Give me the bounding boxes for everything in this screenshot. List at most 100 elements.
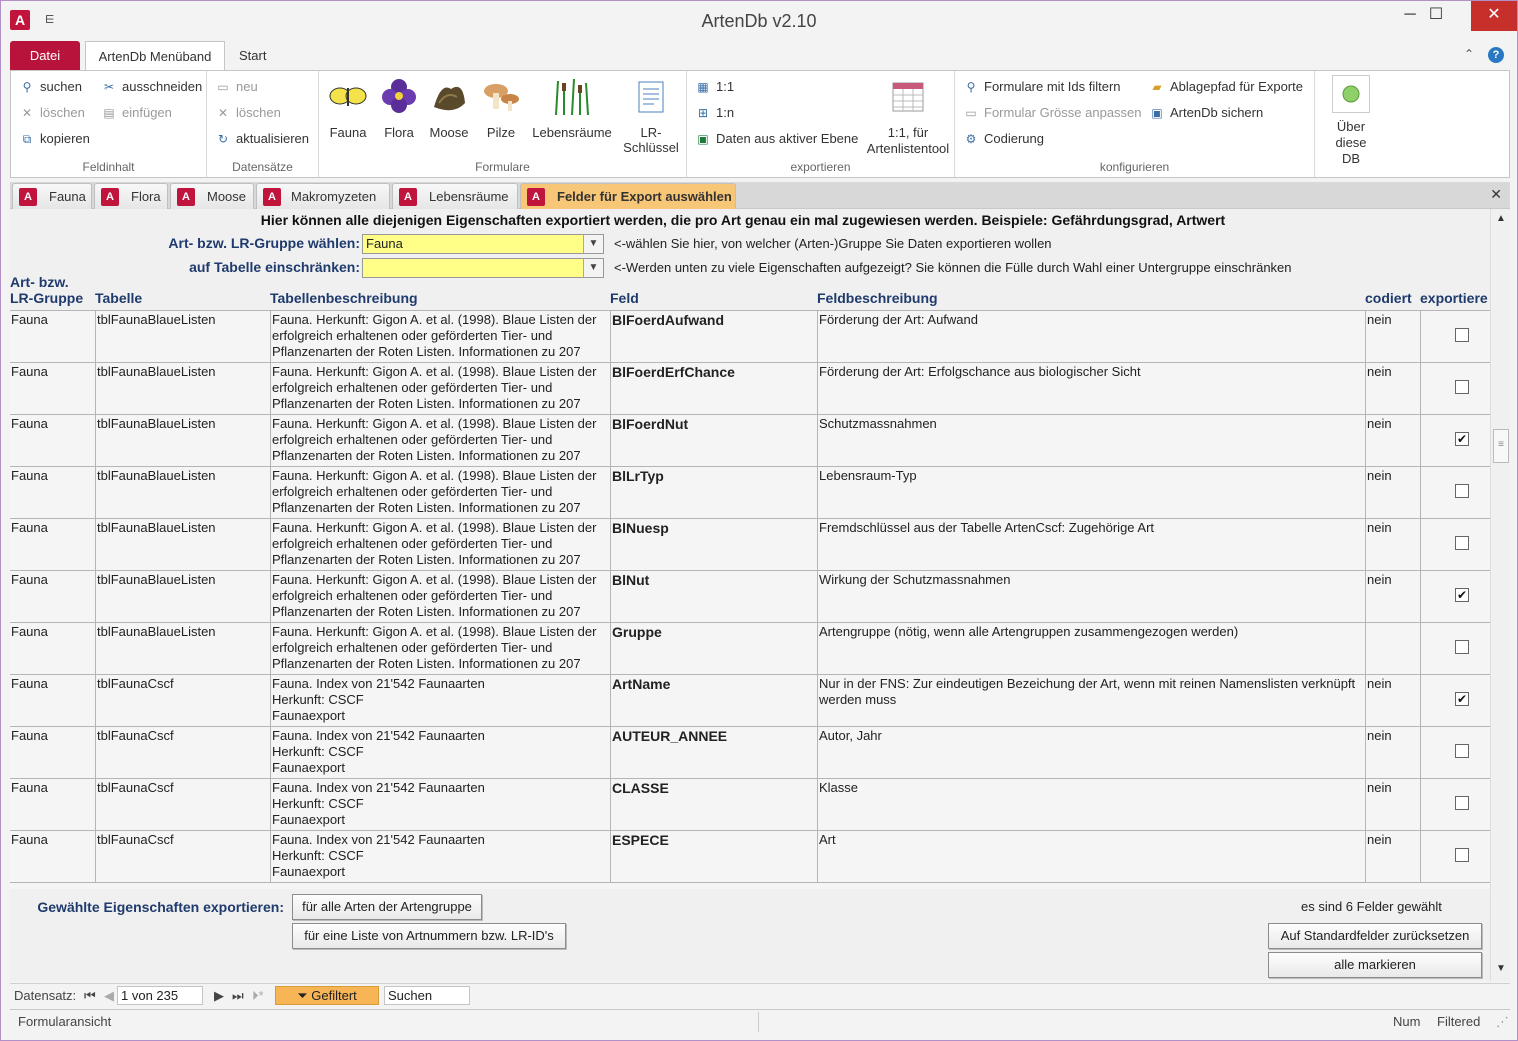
einfuegen-button[interactable]: ▤ einfügen	[101, 105, 172, 120]
cell-text: Klasse	[819, 780, 859, 795]
cell-text: Fauna. Herkunft: Gigon A. et al. (1998).…	[272, 312, 597, 359]
col-header-gruppe: Art- bzw. LR-Gruppe	[10, 274, 84, 306]
cell-tabbeschr: Fauna. Herkunft: Gigon A. et al. (1998).…	[270, 311, 610, 363]
filter-toggle-button[interactable]: ⏷ Gefiltert	[275, 986, 379, 1005]
close-document-icon[interactable]: ✕	[1490, 186, 1502, 203]
cell-text[interactable]: BlNuesp	[612, 520, 669, 536]
export-1-1-button[interactable]: ▦ 1:1	[695, 79, 734, 94]
doc-tab-makromyzeten[interactable]: A Makromyzeten	[256, 183, 390, 209]
export-checkbox[interactable]	[1455, 484, 1469, 498]
tab-start[interactable]: Start	[227, 41, 278, 71]
form-vertical-scrollbar[interactable]: ▲ ≡ ▼	[1490, 209, 1510, 981]
save-database-icon: ▣	[1151, 105, 1163, 120]
first-record-icon[interactable]: ⏮	[84, 988, 96, 1004]
export-liste-button[interactable]: für eine Liste von Artnummern bzw. LR-ID…	[292, 923, 566, 949]
export-checkbox[interactable]	[1455, 640, 1469, 654]
group-label-feldinhalt: Feldinhalt	[82, 160, 135, 174]
cell-text: tblFaunaBlaueListen	[97, 416, 216, 431]
butterfly-icon	[326, 75, 370, 119]
loeschen-field-button[interactable]: ✕ löschen	[19, 105, 85, 120]
maximize-button[interactable]: ☐	[1413, 1, 1459, 31]
ausschneiden-button[interactable]: ✂ ausschneiden	[101, 79, 202, 94]
moose-form-button[interactable]: Moose	[425, 75, 473, 140]
gruppe-combobox[interactable]: Fauna ▼	[362, 234, 604, 254]
doc-tab-felder-export[interactable]: A Felder für Export auswählen	[520, 183, 736, 209]
last-record-icon[interactable]: ⏭	[232, 988, 244, 1004]
tabelle-combobox[interactable]: ▼	[362, 258, 604, 278]
doc-tab-fauna[interactable]: A Fauna	[12, 183, 92, 209]
cell-text[interactable]: BlFoerdNut	[612, 416, 688, 432]
neu-button[interactable]: ▭ neu	[215, 79, 257, 94]
alle-markieren-button[interactable]: alle markieren	[1268, 952, 1482, 978]
cell-text[interactable]: BlFoerdErfChance	[612, 364, 735, 380]
lebensraeume-form-button[interactable]: Lebensräume	[529, 75, 615, 140]
new-record-nav-icon[interactable]: ⏵*	[252, 988, 264, 1004]
formular-groesse-button[interactable]: ▭ Formular Grösse anpassen	[963, 105, 1141, 120]
export-checkbox[interactable]	[1455, 536, 1469, 550]
cell-text[interactable]: AUTEUR_ANNEE	[612, 728, 727, 744]
ueber-diese-db-button[interactable]: Über diese DB	[1317, 75, 1385, 167]
cell-text[interactable]: ArtName	[612, 676, 670, 692]
doc-tab-moose[interactable]: A Moose	[170, 183, 254, 209]
chevron-down-icon[interactable]: ▼	[583, 259, 603, 277]
tab-file[interactable]: Datei	[10, 41, 80, 71]
kopieren-button[interactable]: ⧉ kopieren	[19, 131, 90, 146]
export-checkbox[interactable]	[1455, 328, 1469, 342]
cell-text: Fauna	[11, 520, 48, 535]
lr-schluessel-form-button[interactable]: LR-Schlüssel	[615, 75, 687, 155]
export-checkbox[interactable]	[1455, 380, 1469, 394]
cell-tabbeschr: Fauna. Herkunft: Gigon A. et al. (1998).…	[270, 519, 610, 571]
col-header-tabelle: Tabelle	[95, 290, 143, 306]
export-checkbox[interactable]	[1455, 848, 1469, 862]
export-checkbox[interactable]	[1455, 796, 1469, 810]
cell-text[interactable]: BlFoerdAufwand	[612, 312, 724, 328]
tab-artendb-menuband[interactable]: ArtenDb Menüband	[85, 41, 225, 71]
aktualisieren-button[interactable]: ↻ aktualisieren	[215, 131, 309, 146]
previous-record-icon[interactable]: ◀	[104, 988, 114, 1004]
export-alle-arten-button[interactable]: für alle Arten der Artengruppe	[292, 894, 482, 920]
suchen-button[interactable]: ⚲ suchen	[19, 79, 82, 94]
help-icon[interactable]: ?	[1488, 47, 1504, 63]
scroll-up-icon[interactable]: ▲	[1494, 213, 1508, 227]
cell-text: tblFaunaBlaueListen	[97, 468, 216, 483]
cell-text[interactable]: ESPECE	[612, 832, 669, 848]
codierung-button[interactable]: ⚙ Codierung	[963, 131, 1044, 146]
fauna-form-button[interactable]: Fauna	[323, 75, 373, 140]
cell-text[interactable]: BlNut	[612, 572, 649, 588]
artendb-sichern-button[interactable]: ▣ ArtenDb sichern	[1149, 105, 1263, 120]
export-checkbox[interactable]: ✔	[1455, 692, 1469, 706]
doc-tab-lebensraeume[interactable]: A Lebensräume	[392, 183, 518, 209]
grid-sheet-icon	[886, 75, 930, 119]
export-checkbox[interactable]	[1455, 744, 1469, 758]
next-record-icon[interactable]: ▶	[214, 988, 224, 1004]
export-1-n-button[interactable]: ⊞ 1:n	[695, 105, 734, 120]
scroll-thumb[interactable]: ≡	[1493, 429, 1509, 463]
cell-feldbeschr: Lebensraum-Typ	[817, 467, 1365, 519]
doc-tab-flora[interactable]: A Flora	[94, 183, 168, 209]
scroll-down-icon[interactable]: ▼	[1494, 963, 1508, 977]
export-aktive-ebene-button[interactable]: ▣ Daten aus aktiver Ebene	[695, 131, 858, 146]
reset-standard-button[interactable]: Auf Standardfelder zurücksetzen	[1268, 923, 1482, 949]
cell-text[interactable]: BlLrTyp	[612, 468, 664, 484]
formulare-ids-filtern-button[interactable]: ⚲ Formulare mit Ids filtern	[963, 79, 1121, 94]
cell-text[interactable]: Gruppe	[612, 624, 662, 640]
flora-form-button[interactable]: Flora	[377, 75, 421, 140]
current-record-field[interactable]: 1 von 235	[117, 986, 203, 1005]
cell-codiert: nein	[1365, 363, 1420, 415]
collapse-ribbon-icon[interactable]: ⌃	[1464, 47, 1474, 61]
chevron-down-icon[interactable]: ▼	[583, 235, 603, 253]
export-checkbox[interactable]: ✔	[1455, 432, 1469, 446]
cell-feldbeschr: Förderung der Art: Erfolgschance aus bio…	[817, 363, 1365, 415]
pilze-form-button[interactable]: Pilze	[479, 75, 523, 140]
resize-grip-icon[interactable]: ⋰	[1496, 1014, 1509, 1030]
ablagepfad-button[interactable]: ▰ Ablagepfad für Exporte	[1149, 79, 1303, 94]
export-artenlistentool-button[interactable]: 1:1, für Artenlistentool	[863, 75, 953, 157]
table-row: Fauna tblFaunaCscf Fauna. Index von 21'542…	[10, 830, 1490, 883]
search-field[interactable]: Suchen	[384, 986, 470, 1005]
cell-text[interactable]: CLASSE	[612, 780, 669, 796]
num-lock-indicator: Num	[1393, 1014, 1421, 1029]
close-button[interactable]: ✕	[1471, 1, 1517, 31]
export-checkbox[interactable]: ✔	[1455, 588, 1469, 602]
cell-gruppe: Fauna	[10, 779, 95, 831]
loeschen-record-button[interactable]: ✕ löschen	[215, 105, 281, 120]
